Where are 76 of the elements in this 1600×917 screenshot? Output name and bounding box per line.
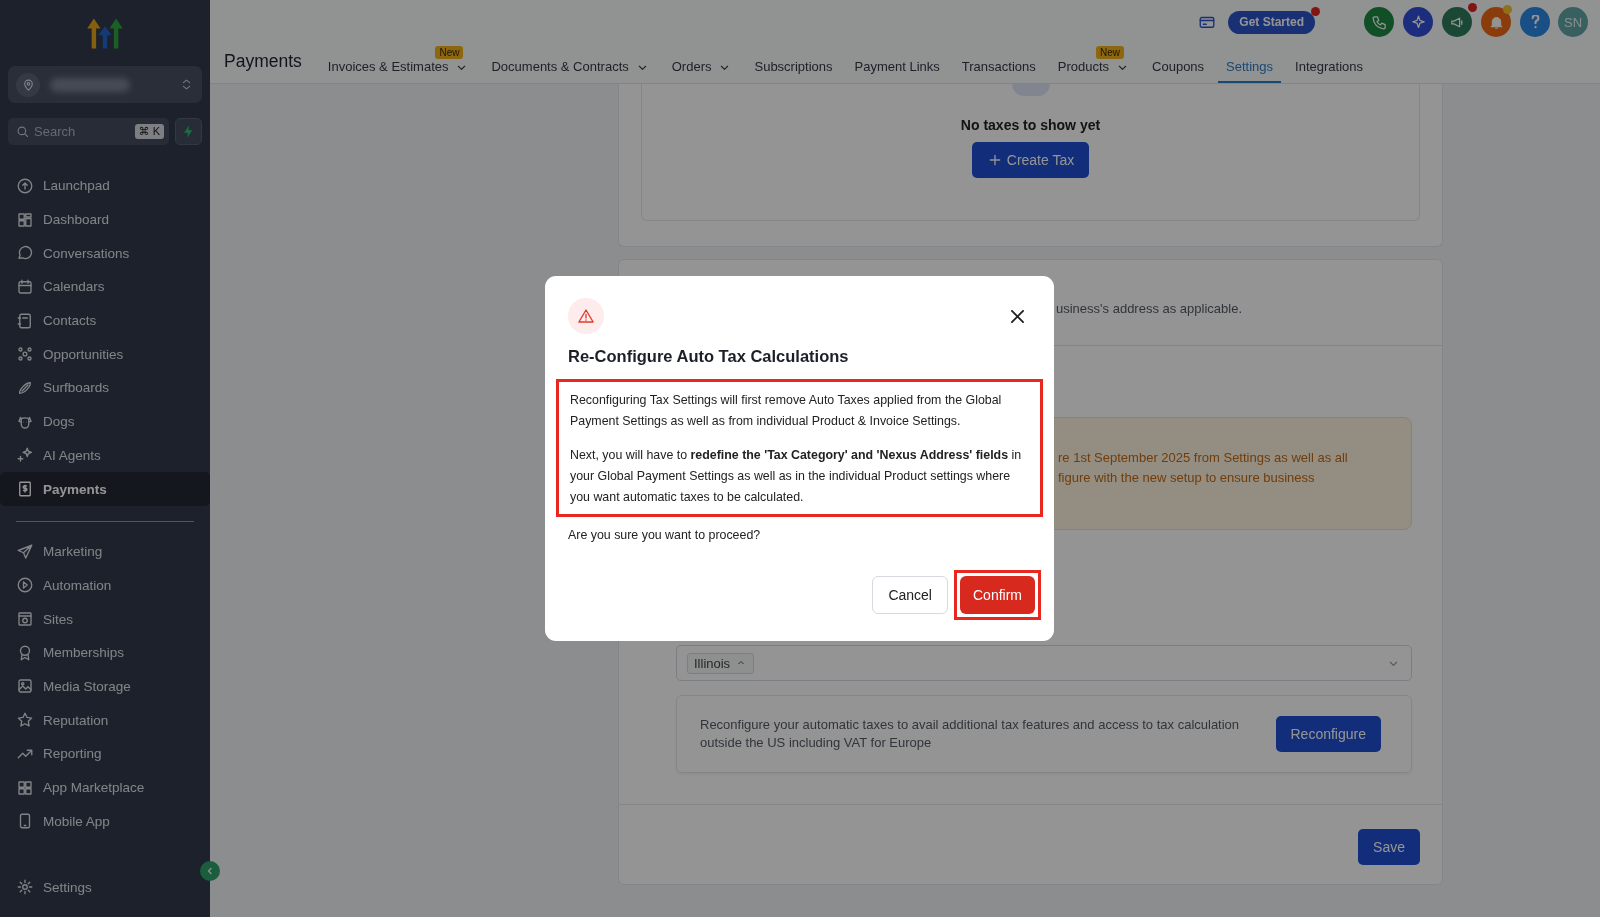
new-badge: New <box>435 46 464 59</box>
sidebar-item[interactable]: Sites <box>0 602 210 636</box>
notice-text: re 1st September 2025 from Settings as well as all <box>1058 450 1349 465</box>
dashboard-icon <box>16 210 34 229</box>
phone-icon <box>1370 13 1388 31</box>
nav-tab[interactable]: Products <box>1049 58 1139 83</box>
sidebar-item[interactable]: Memberships <box>0 635 210 670</box>
sidebar-item[interactable]: Reputation <box>0 703 210 737</box>
location-icon <box>16 72 40 97</box>
state-select-field[interactable]: Illinois <box>676 645 1412 681</box>
phone-button[interactable] <box>1364 7 1394 37</box>
sidebar-item[interactable]: Mobile App <box>0 804 210 839</box>
sparkle-icon <box>1409 13 1427 31</box>
create-tax-button[interactable]: Create Tax <box>971 142 1090 178</box>
image-icon <box>16 677 34 696</box>
state-tag: Illinois <box>687 652 755 674</box>
sidebar-item[interactable]: Contacts <box>0 303 210 338</box>
notice-text: figure with the new setup to ensure business <box>1058 470 1316 485</box>
nav-tab[interactable]: Documents & Contracts <box>483 58 658 83</box>
notifications-button[interactable] <box>1481 7 1511 37</box>
address-book-icon <box>16 311 34 330</box>
keyboard-shortcut: ⌘ K <box>134 124 164 139</box>
dialog-title: Re-Configure Auto Tax Calculations <box>568 347 850 366</box>
question-mark-icon <box>1530 15 1540 29</box>
sidebar-item[interactable]: Reporting <box>0 737 210 771</box>
announcements-button[interactable] <box>1442 7 1472 37</box>
sidebar-item[interactable]: Dogs <box>0 404 210 439</box>
settings-icon <box>16 878 34 897</box>
sidebar-item[interactable]: Conversations <box>0 236 210 271</box>
paper-plane-icon <box>16 542 34 561</box>
dialog-paragraph: Next, you will have to redefine the 'Tax Category' and 'Nexus Address' fields in your Global Payment Settings as well as in the individual Product settings where you want automatic taxes to be calculated. <box>570 447 1023 506</box>
nav-tab[interactable]: Invoices & Estimates <box>319 58 478 83</box>
reconfigure-button[interactable]: Reconfigure <box>1275 716 1381 752</box>
sparkle-button[interactable] <box>1403 7 1433 37</box>
account-switcher[interactable] <box>8 66 202 103</box>
sidebar-item[interactable]: Calendars <box>0 270 210 304</box>
nodes-icon <box>16 345 34 364</box>
new-badge: New <box>1096 46 1125 59</box>
cancel-button[interactable]: Cancel <box>872 576 948 614</box>
nav-tab[interactable]: Payment Links <box>846 58 948 83</box>
close-icon <box>1010 309 1024 323</box>
quick-action-button[interactable] <box>175 118 202 145</box>
empty-state-text: No taxes to show yet <box>960 117 1101 133</box>
upload-circle-icon <box>16 176 34 195</box>
sidebar-item[interactable]: Marketing <box>0 534 210 569</box>
calendar-icon <box>16 277 34 296</box>
description-text: usiness's address as applicable. <box>1056 301 1243 316</box>
confirm-button[interactable]: Confirm <box>960 576 1035 614</box>
sidebar-item[interactable]: Launchpad <box>0 169 210 203</box>
sidebar-item[interactable]: Surfboards <box>0 371 210 405</box>
dialog-question: Are you sure you want to proceed? <box>568 527 762 544</box>
collapse-button[interactable] <box>200 861 220 881</box>
page-title: Payments <box>224 51 302 73</box>
nav-tab[interactable]: Coupons <box>1144 58 1213 83</box>
nav-tab[interactable]: Integrations <box>1287 58 1371 83</box>
grid-icon <box>16 778 34 797</box>
nav-tab[interactable]: Subscriptions <box>746 58 841 83</box>
reconfigure-description: Reconfigure your automatic taxes to avail additional tax features and access to tax calculation outside the US including VAT for Europe <box>700 716 1241 752</box>
dollar-receipt-icon <box>16 480 34 499</box>
get-started-button[interactable]: Get Started <box>1228 10 1315 34</box>
nav-tab[interactable]: Orders <box>663 58 741 83</box>
dialog-paragraph: Reconfiguring Tax Settings will first remove Auto Taxes applied from the Global Payment Settings as well as from individual Product & Invoice Settings. <box>570 392 1003 430</box>
help-button[interactable] <box>1520 7 1550 37</box>
sidebar-item[interactable]: Dashboard <box>0 202 210 237</box>
warning-icon <box>568 298 604 334</box>
save-button[interactable]: Save <box>1358 829 1420 865</box>
sidebar-item[interactable]: App Marketplace <box>0 770 210 805</box>
play-circle-icon <box>16 576 34 595</box>
sidebar-item[interactable]: Payments <box>0 472 210 506</box>
search-icon <box>15 124 30 139</box>
nav-tab[interactable]: Transactions <box>953 58 1044 83</box>
sidebar-item[interactable]: Opportunities <box>0 337 210 372</box>
sidebar-item[interactable]: Automation <box>0 568 210 603</box>
sparkle-plus-icon <box>16 446 34 465</box>
browser-window-icon <box>16 610 34 629</box>
sidebar-item[interactable]: Media Storage <box>0 669 210 704</box>
